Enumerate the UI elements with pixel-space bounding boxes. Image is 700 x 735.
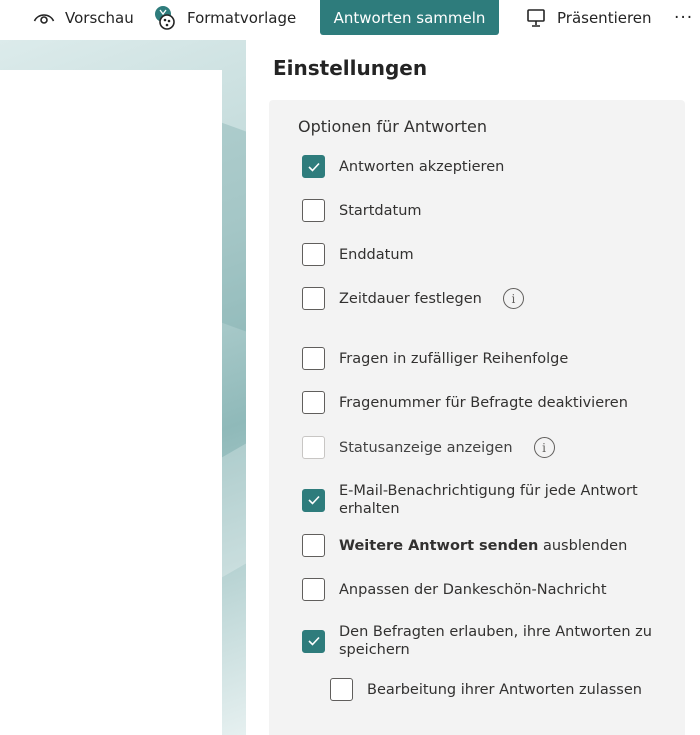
collect-responses-button[interactable]: Antworten sammeln (320, 0, 499, 35)
option-label: Fragen in zufälliger Reihenfolge (339, 350, 569, 367)
option-label: Fragenummer für Befragte deaktivieren (339, 394, 628, 411)
style-label: Formatvorlage (187, 9, 297, 27)
option-label: Zeitdauer festlegen (339, 290, 482, 307)
checkbox-checked[interactable] (302, 155, 325, 178)
top-toolbar: Vorschau Formatvorlage Antworten sammeln… (0, 0, 700, 40)
checkmark-icon (307, 162, 320, 172)
option-set-duration[interactable]: Zeitdauer festlegen i (302, 287, 524, 310)
option-customize-thank-you[interactable]: Anpassen der Dankeschön-Nachricht (302, 578, 607, 601)
form-card[interactable] (0, 70, 222, 735)
monitor-icon (526, 8, 546, 28)
settings-panel: Einstellungen Optionen für Antworten Ant… (246, 40, 700, 735)
option-label: E-Mail-Benachrichtigung für jede Antwort… (339, 483, 638, 517)
option-email-notification[interactable]: E-Mail-Benachrichtigung für jede Antwort… (302, 482, 662, 518)
preview-label: Vorschau (65, 9, 134, 27)
option-hide-submit-another[interactable]: Weitere Antwort senden ausblenden (302, 534, 627, 557)
option-show-progress-bar[interactable]: Statusanzeige anzeigen i (302, 436, 555, 459)
option-label: Den Befragten erlauben, ihre Antworten z… (339, 624, 652, 658)
checkbox[interactable] (330, 678, 353, 701)
form-canvas-background (0, 40, 246, 735)
option-label: Bearbeitung ihrer Antworten zulassen (367, 681, 642, 698)
option-label-rest: ausblenden (538, 537, 628, 554)
more-options-icon[interactable]: ··· (674, 0, 693, 36)
option-allow-edit-responses[interactable]: Bearbeitung ihrer Antworten zulassen (330, 678, 642, 701)
info-icon[interactable]: i (533, 437, 555, 458)
checkbox-checked[interactable] (302, 488, 325, 512)
style-button[interactable]: Formatvorlage (154, 0, 296, 36)
option-label-bold: Weitere Antwort senden (339, 537, 539, 554)
option-accept-responses[interactable]: Antworten akzeptieren (302, 155, 504, 178)
settings-title: Einstellungen (273, 56, 428, 80)
response-options-section: Optionen für Antworten Antworten akzepti… (269, 100, 685, 735)
option-end-date[interactable]: Enddatum (302, 243, 414, 266)
option-label: Anpassen der Dankeschön-Nachricht (339, 581, 607, 598)
checkbox[interactable] (302, 534, 325, 557)
option-label: Enddatum (339, 246, 414, 263)
present-button[interactable]: Präsentieren (526, 0, 652, 36)
checkbox[interactable] (302, 243, 325, 266)
checkbox[interactable] (302, 578, 325, 601)
checkbox[interactable] (302, 347, 325, 370)
checkbox[interactable] (302, 391, 325, 414)
option-label: Startdatum (339, 202, 422, 219)
option-label: Weitere Antwort senden ausblenden (339, 537, 627, 555)
palette-icon (154, 5, 176, 31)
option-allow-save-responses[interactable]: Den Befragten erlauben, ihre Antworten z… (302, 623, 672, 659)
checkmark-icon (307, 495, 320, 505)
option-shuffle-questions[interactable]: Fragen in zufälliger Reihenfolge (302, 347, 568, 370)
background-facet (222, 122, 246, 338)
checkbox-checked[interactable] (302, 629, 325, 653)
present-label: Präsentieren (557, 9, 652, 27)
option-disable-question-numbers[interactable]: Fragenummer für Befragte deaktivieren (302, 391, 628, 414)
section-title: Optionen für Antworten (298, 117, 487, 136)
preview-button[interactable]: Vorschau (33, 0, 134, 36)
eye-icon (33, 11, 55, 25)
option-label: Statusanzeige anzeigen (339, 439, 513, 456)
option-start-date[interactable]: Startdatum (302, 199, 422, 222)
background-facet (222, 422, 246, 578)
info-icon[interactable]: i (502, 288, 524, 309)
checkbox[interactable] (302, 199, 325, 222)
checkbox-disabled[interactable] (302, 436, 325, 459)
option-label: Antworten akzeptieren (339, 158, 505, 175)
checkmark-icon (307, 636, 320, 646)
checkbox[interactable] (302, 287, 325, 310)
